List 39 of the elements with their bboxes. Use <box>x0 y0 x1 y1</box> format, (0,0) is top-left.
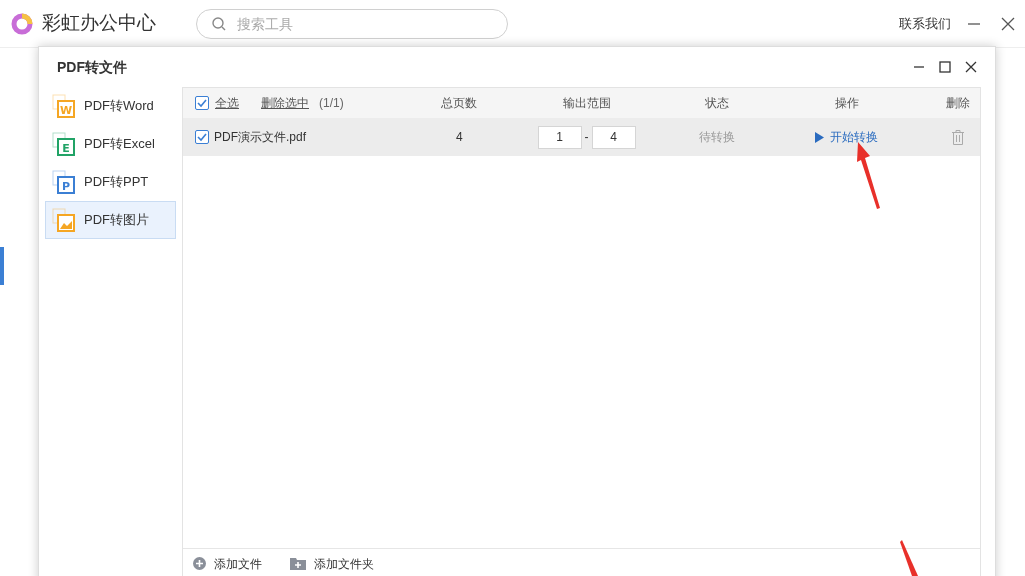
table-cell-text: 4 <box>455 129 463 146</box>
play-icon <box>815 131 825 143</box>
column-header: 状态 <box>704 95 729 112</box>
search-icon <box>211 15 227 32</box>
table-row[interactable]: PDF演示文件.pdf 4 1 - 4 待转换 开始转换 <box>183 118 980 156</box>
column-header: 删除 <box>946 95 971 112</box>
add-button[interactable]: 添加文件夹 <box>290 554 374 573</box>
annotation-arrow <box>900 540 920 576</box>
column-header: 操作 <box>834 95 859 112</box>
annotation-arrow <box>854 142 882 210</box>
checkbox[interactable] <box>195 130 209 144</box>
app-title: 彩虹办公中心 <box>42 11 156 36</box>
input-field[interactable]: 4 <box>591 125 636 149</box>
sidebar-indicator <box>0 247 4 285</box>
checkbox[interactable] <box>195 96 209 110</box>
menu-item[interactable]: P PDF转PPT <box>45 163 176 201</box>
menu-item[interactable]: PDF转图片 <box>45 201 176 239</box>
range-separator: - <box>584 129 589 146</box>
plus-circle-icon <box>193 557 206 570</box>
add-button[interactable]: 添加文件 <box>193 554 262 573</box>
folder-plus-icon <box>290 557 306 570</box>
logo-icon <box>10 11 34 36</box>
start-convert-button[interactable]: 开始转换 <box>815 128 879 146</box>
file-name: PDF演示文件.pdf <box>214 129 306 146</box>
contact-link[interactable]: 联系我们 <box>899 13 951 34</box>
input-field[interactable]: 1 <box>537 125 582 149</box>
column-header: 输出范围 <box>562 95 611 112</box>
select-all-link[interactable]: 全选 <box>215 94 239 112</box>
close-icon[interactable] <box>1001 16 1015 31</box>
close-icon[interactable] <box>965 61 977 73</box>
menu-item[interactable]: E PDF转Excel <box>45 125 176 163</box>
delete-selected-link[interactable]: 删除选中 <box>261 94 309 112</box>
dialog-title: PDF转文件 <box>57 57 127 77</box>
selection-count: (1/1) <box>319 95 344 112</box>
search-field[interactable]: 搜索工具 <box>196 8 508 39</box>
column-header: 总页数 <box>441 95 478 112</box>
status-text: 待转换 <box>698 129 735 146</box>
menu-item[interactable]: W PDF转Word <box>45 87 176 125</box>
maximize-icon[interactable] <box>939 61 951 73</box>
